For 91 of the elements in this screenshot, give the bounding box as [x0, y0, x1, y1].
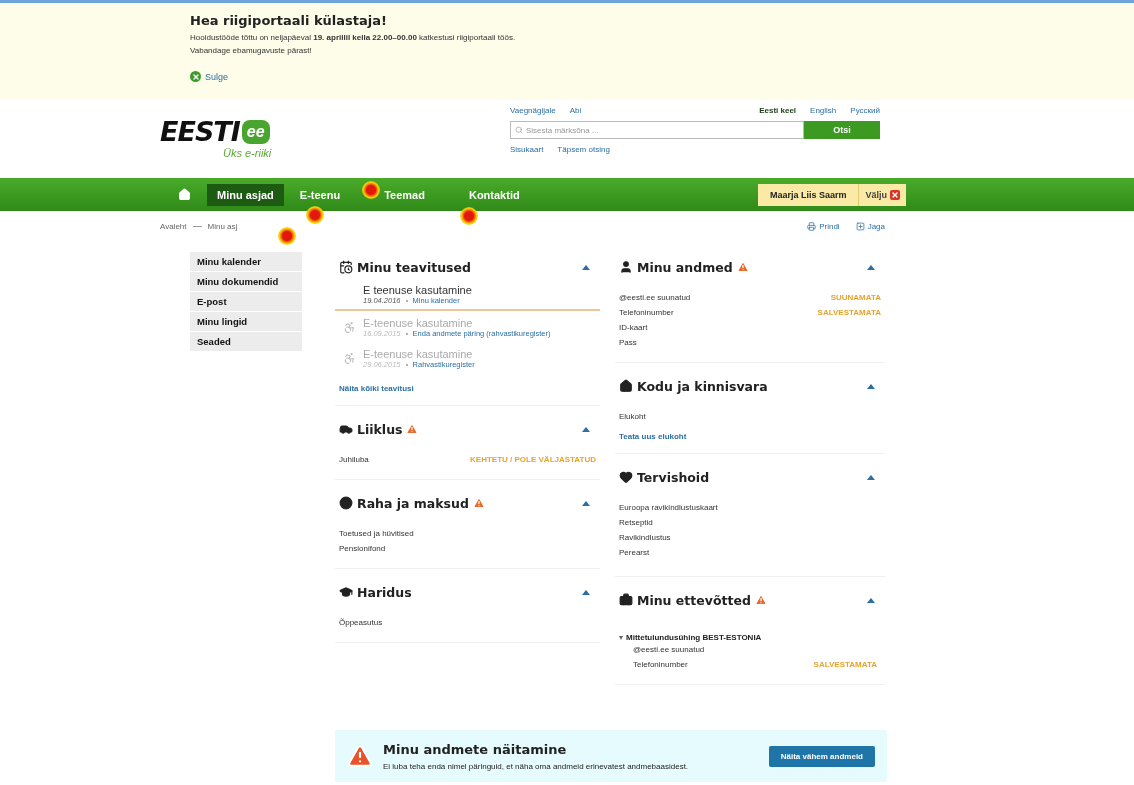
data-label: Retseptid — [619, 517, 653, 529]
status-text: SALVESTAMATA — [817, 307, 881, 319]
warning-icon — [347, 743, 373, 769]
briefcase-icon — [619, 593, 633, 607]
section-title: Minu andmed — [637, 259, 733, 275]
data-label: Euroopa ravikindlustuskaart — [619, 502, 718, 514]
section-title: Minu ettevõtted — [637, 592, 751, 608]
notice-text: Hooldustööde tõttu on neljapäeval 19. aprillil kella 22.00–00.00 katkestusi riigiportaali töös. — [190, 32, 517, 44]
notice-title: Hea riigiportaali külastaja! — [190, 13, 388, 28]
user-name[interactable]: Maarja Liis Saarm — [757, 189, 859, 200]
header-link[interactable]: Abi — [569, 106, 582, 115]
collapse-arrow-icon[interactable] — [582, 500, 590, 506]
search-icon — [515, 126, 523, 134]
sidebar-item[interactable]: Minu dokumendid — [190, 272, 302, 292]
close-icon — [890, 189, 900, 200]
graduation-cap-icon — [339, 585, 353, 599]
sidebar-item[interactable]: Minu kalender — [190, 252, 302, 272]
breadcrumb-link[interactable]: Minu asj — [207, 222, 238, 231]
collapse-arrow-icon[interactable] — [582, 589, 590, 595]
section-title: Liiklus — [357, 421, 403, 437]
collapse-arrow-icon[interactable] — [867, 264, 875, 270]
logo-text: EESTI — [160, 116, 240, 147]
nav-tab[interactable]: Teemad — [374, 183, 435, 206]
breadcrumb-link[interactable]: Avaleht — [160, 222, 187, 231]
print-link[interactable]: Prindi — [807, 222, 840, 231]
heatmap-dot — [460, 207, 478, 225]
data-label: Pensionifond — [339, 543, 386, 555]
sidebar-item[interactable]: Minu lingid — [190, 312, 302, 332]
section-title: Haridus — [357, 584, 412, 600]
car-icon — [339, 422, 353, 436]
language-link[interactable]: Русский — [850, 106, 880, 115]
nav-tab[interactable]: Minu asjad — [207, 183, 284, 206]
section-title: Tervishoid — [637, 469, 710, 485]
data-label: Ravikindlustus — [619, 532, 671, 544]
section-title: Raha ja maksud — [357, 495, 469, 511]
data-label: Juhiluba — [339, 454, 369, 466]
collapse-arrow-icon[interactable] — [582, 426, 590, 432]
share-link[interactable]: Jaga — [855, 222, 885, 231]
status-text: SALVESTAMATA — [813, 659, 877, 671]
company-name[interactable]: Mittetulundusühing BEST-ESTONIA — [626, 633, 762, 642]
heatmap-dot — [278, 227, 296, 245]
data-label: Õppeasutus — [339, 617, 383, 629]
data-label: Telefoninumber — [633, 659, 688, 671]
language-link[interactable]: English — [810, 106, 837, 115]
heart-icon — [619, 470, 633, 484]
sidebar-item[interactable]: Seaded — [190, 332, 302, 352]
data-label: Pass — [619, 337, 637, 349]
report-address-link[interactable]: Teata uus elukoht — [619, 432, 881, 441]
logo-badge: ee — [241, 119, 270, 144]
collapse-arrow-icon[interactable] — [867, 474, 875, 480]
calendar-clock-icon — [339, 260, 353, 274]
language-link[interactable]: Eesti keel — [759, 106, 797, 115]
data-label: Perearst — [619, 547, 650, 559]
data-label: @eesti.ee suunatud — [619, 292, 691, 304]
nav-tab[interactable]: E-teenu — [289, 183, 351, 206]
status-text: SUUNAMATA — [830, 292, 881, 304]
house-icon — [619, 379, 633, 393]
section-title: Kodu ja kinnisvara — [637, 378, 768, 394]
notice-text: Vabandage ebamugavuste pärast! — [190, 45, 313, 57]
panel-title: Minu andmete näitamine — [383, 741, 568, 757]
data-label: Elukoht — [619, 411, 646, 423]
logo-tagline: Üks e-riiki — [223, 147, 273, 159]
heatmap-dot — [362, 181, 380, 199]
heatmap-dot — [306, 206, 324, 224]
search-button[interactable]: Otsi — [804, 121, 880, 139]
search-field[interactable]: Sisesta märksõna ... — [510, 121, 804, 139]
expand-arrow-icon[interactable] — [619, 635, 623, 640]
notification-title[interactable]: E teenuse kasutamine — [363, 284, 472, 296]
section-title: Minu teavitused — [357, 259, 471, 275]
nav-tab[interactable]: Kontaktid — [458, 183, 530, 206]
data-label: Telefoninumber — [619, 307, 674, 319]
collapse-arrow-icon[interactable] — [867, 383, 875, 389]
close-link[interactable]: Sulge — [190, 71, 229, 82]
show-less-button[interactable]: Näita vähem andmeid — [768, 745, 875, 767]
logout-button[interactable]: Välju — [858, 183, 906, 206]
collapse-arrow-icon[interactable] — [867, 597, 875, 603]
search-link[interactable]: Täpsem otsing — [557, 145, 610, 154]
printer-icon — [807, 222, 817, 231]
data-label: @eesti.ee suunatud — [633, 644, 705, 656]
data-label: ID-kaart — [619, 322, 648, 334]
show-all-link[interactable]: Näita kõiki teavitusi — [335, 384, 414, 393]
header-link[interactable]: Vaegnägijale — [510, 106, 556, 115]
data-label: Toetused ja hüvitised — [339, 528, 414, 540]
close-icon[interactable] — [190, 71, 201, 82]
panel-text: Ei luba teha enda nimel päringuid, et näha oma andmeid erinevatest andmebaasidest. — [383, 761, 690, 771]
search-link[interactable]: Sisukaart — [510, 145, 544, 154]
status-text: KEHTETU / POLE VÄLJASTATUD — [470, 454, 596, 466]
sidebar-item[interactable]: E-post — [190, 292, 302, 312]
home-icon[interactable] — [178, 188, 191, 201]
collapse-arrow-icon[interactable] — [582, 264, 590, 270]
plus-icon — [855, 222, 865, 231]
